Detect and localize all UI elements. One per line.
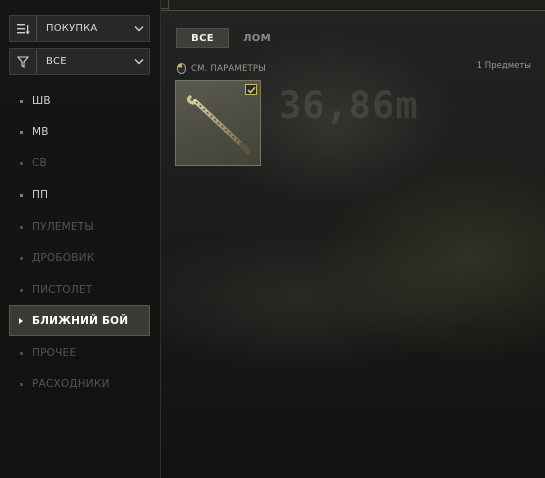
top-bar — [160, 0, 545, 11]
bullet-icon — [20, 382, 23, 386]
bullet-icon — [20, 225, 23, 229]
item-grid-panel: ВСЕ ЛОМ СМ. ПАРАМЕТРЫ 1 Предметы — [161, 11, 545, 478]
bullet-icon — [20, 161, 23, 165]
category-label: ДРОБОВИК — [32, 252, 95, 264]
category-label: БЛИЖНИЙ БОЙ — [32, 314, 129, 327]
chevron-down-icon — [129, 25, 149, 32]
category-label: РАСХОДНИКИ — [32, 378, 110, 390]
sidebar: ПОКУПКА ВСЕ ШВ МВ СВ ПП ПУЛЕМЕТЫ ДРОБОВИ… — [0, 0, 161, 478]
filter-funnel-icon — [10, 49, 37, 74]
bullet-icon — [20, 99, 23, 103]
category-label: СВ — [32, 157, 47, 169]
selected-checkbox[interactable] — [245, 84, 257, 95]
category-assault-rifles[interactable]: ШВ — [9, 86, 150, 116]
category-label: ПП — [32, 189, 49, 201]
top-bar-corner — [160, 0, 169, 9]
mouse-icon — [177, 59, 186, 78]
mode-dropdown[interactable]: ПОКУПКА — [9, 15, 150, 42]
category-melee[interactable]: БЛИЖНИЙ БОЙ — [9, 305, 150, 336]
category-smgs[interactable]: ПП — [9, 180, 150, 210]
item-card[interactable] — [175, 80, 261, 166]
category-battle-rifles[interactable]: МВ — [9, 117, 150, 147]
category-sniper-rifles: СВ — [9, 148, 150, 178]
checkmark-icon — [246, 86, 256, 94]
category-label: ПРОЧЕЕ — [32, 347, 77, 359]
tab-all[interactable]: ВСЕ — [176, 28, 229, 48]
category-label: ПУЛЕМЕТЫ — [32, 221, 94, 233]
bullet-icon — [20, 351, 23, 355]
category-consumables: РАСХОДНИКИ — [9, 369, 150, 399]
category-label: ПИСТОЛЕТ — [32, 284, 93, 296]
selected-arrow-icon — [19, 317, 23, 324]
category-pistols: ПИСТОЛЕТ — [9, 275, 150, 305]
filter-dropdown[interactable]: ВСЕ — [9, 48, 150, 75]
bullet-icon — [20, 193, 23, 197]
category-other: ПРОЧЕЕ — [9, 338, 150, 368]
category-shotguns: ДРОБОВИК — [9, 243, 150, 273]
view-params-label: СМ. ПАРАМЕТРЫ — [191, 63, 266, 74]
category-label: ШВ — [32, 95, 51, 107]
bullet-icon — [20, 288, 23, 292]
mode-dropdown-label: ПОКУПКА — [46, 23, 98, 34]
item-count: 1 Предметы — [476, 61, 531, 71]
bullet-icon — [20, 256, 23, 260]
category-label: МВ — [32, 126, 49, 138]
sort-lines-icon — [10, 16, 37, 41]
chevron-down-icon — [129, 58, 149, 65]
tab-crowbar[interactable]: ЛОМ — [239, 28, 275, 48]
filter-dropdown-label: ВСЕ — [46, 56, 67, 67]
bullet-icon — [20, 130, 23, 134]
category-machine-guns: ПУЛЕМЕТЫ — [9, 212, 150, 242]
view-params-button[interactable]: СМ. ПАРАМЕТРЫ — [177, 59, 266, 78]
